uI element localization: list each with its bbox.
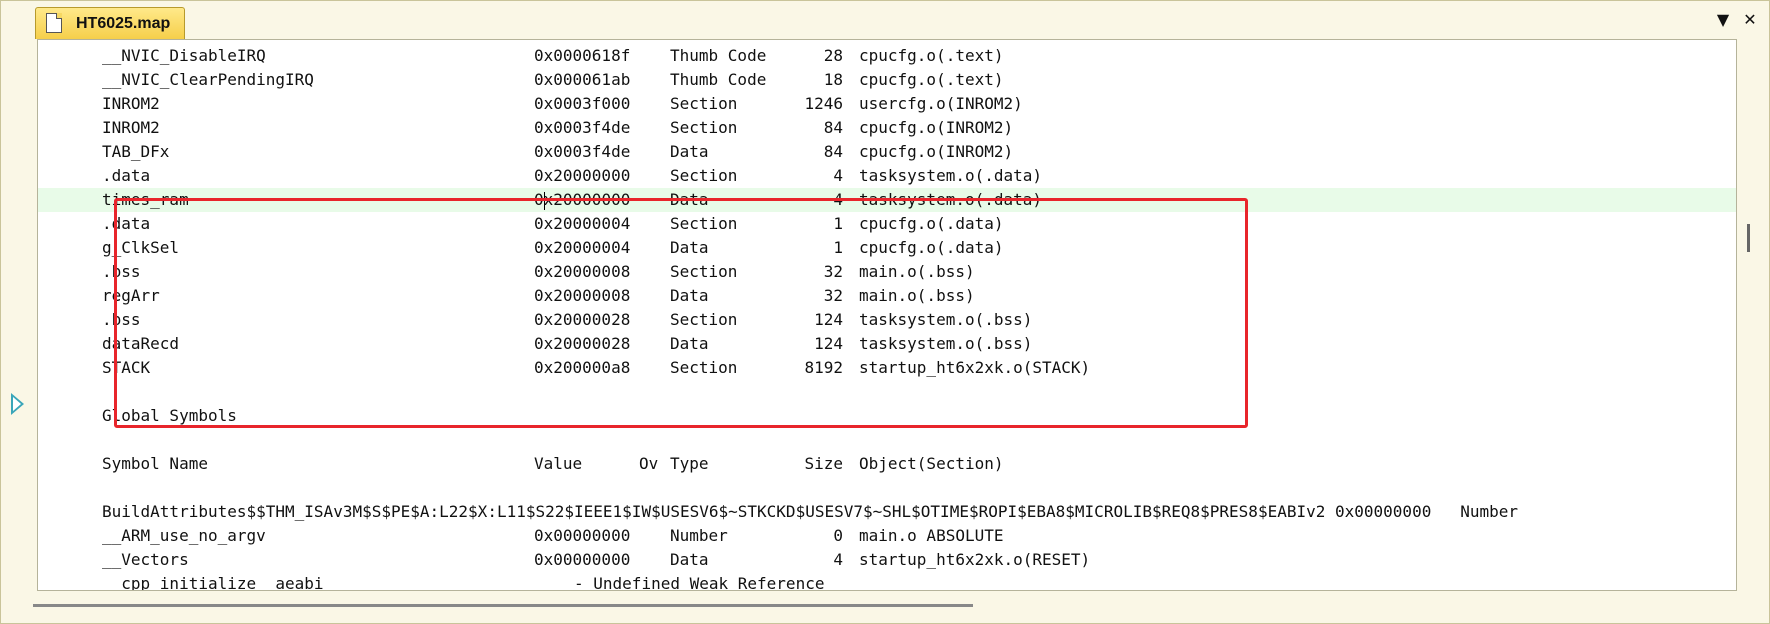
document-icon xyxy=(46,13,62,33)
code-line-current: times_ram 0x20000000 Data 4 tasksystem.o… xyxy=(38,188,1736,212)
tab-list-dropdown-icon[interactable]: ▼ xyxy=(1712,9,1734,31)
code-line: .bss 0x20000008 Section 32 main.o(.bss) xyxy=(102,262,975,281)
column-header-line: Symbol Name Value Ov Type Size Object(Se… xyxy=(102,454,1004,473)
code-line: INROM2 0x0003f4de Section 84 cpucfg.o(IN… xyxy=(102,118,1014,137)
editor-gutter xyxy=(1,39,37,591)
code-line: __NVIC_ClearPendingIRQ 0x000061ab Thumb … xyxy=(102,70,1004,89)
code-content: __NVIC_DisableIRQ 0x0000618f Thumb Code … xyxy=(38,40,1736,591)
tab-ht6025-map[interactable]: HT6025.map xyxy=(35,7,185,39)
code-line: Global Symbols xyxy=(38,404,1736,428)
code-line: dataRecd 0x20000028 Data 124 tasksystem.… xyxy=(102,334,1033,353)
code-line: .bss 0x20000028 Section 124 tasksystem.o… xyxy=(102,310,1033,329)
tab-label: HT6025.map xyxy=(76,15,171,32)
horizontal-scrollbar[interactable] xyxy=(1,591,1769,623)
code-line: STACK 0x200000a8 Section 8192 startup_ht… xyxy=(102,358,1091,377)
code-line: cpp initialize aeabi - Undefined Weak Re… xyxy=(102,574,825,591)
code-line: BuildAttributes$$THM_ISAv3M$S$PE$A:L22$X… xyxy=(102,502,1519,521)
code-line: __ARM_use_no_argv 0x00000000 Number 0 ma… xyxy=(102,526,1004,545)
close-icon[interactable]: ✕ xyxy=(1739,9,1761,31)
global-symbols-heading: Global Symbols xyxy=(102,406,237,425)
code-line: g_ClkSel 0x20000004 Data 1 cpucfg.o(.dat… xyxy=(102,238,1004,257)
code-line: INROM2 0x0003f000 Section 1246 usercfg.o… xyxy=(102,94,1023,113)
code-line: __NVIC_DisableIRQ 0x0000618f Thumb Code … xyxy=(102,46,1004,65)
code-line: .data 0x20000004 Section 1 cpucfg.o(.dat… xyxy=(102,214,1004,233)
code-line: .data 0x20000000 Section 4 tasksystem.o(… xyxy=(102,166,1043,185)
bookmark-arrow-icon xyxy=(11,393,24,415)
text-editor[interactable]: __NVIC_DisableIRQ 0x0000618f Thumb Code … xyxy=(37,39,1737,591)
code-line: regArr 0x20000008 Data 32 main.o(.bss) xyxy=(102,286,975,305)
vertical-scroll-thumb[interactable] xyxy=(1747,224,1750,252)
horizontal-scroll-thumb[interactable] xyxy=(33,604,973,607)
editor-window: HT6025.map ▼ ✕ __NVIC_DisableIRQ 0x00006… xyxy=(0,0,1770,624)
tab-bar: HT6025.map ▼ ✕ xyxy=(1,1,1769,39)
code-line: __Vectors 0x00000000 Data 4 startup_ht6x… xyxy=(102,550,1091,569)
code-line: TAB_DFx 0x0003f4de Data 84 cpucfg.o(INRO… xyxy=(102,142,1014,161)
vertical-scrollbar[interactable] xyxy=(1737,39,1769,591)
